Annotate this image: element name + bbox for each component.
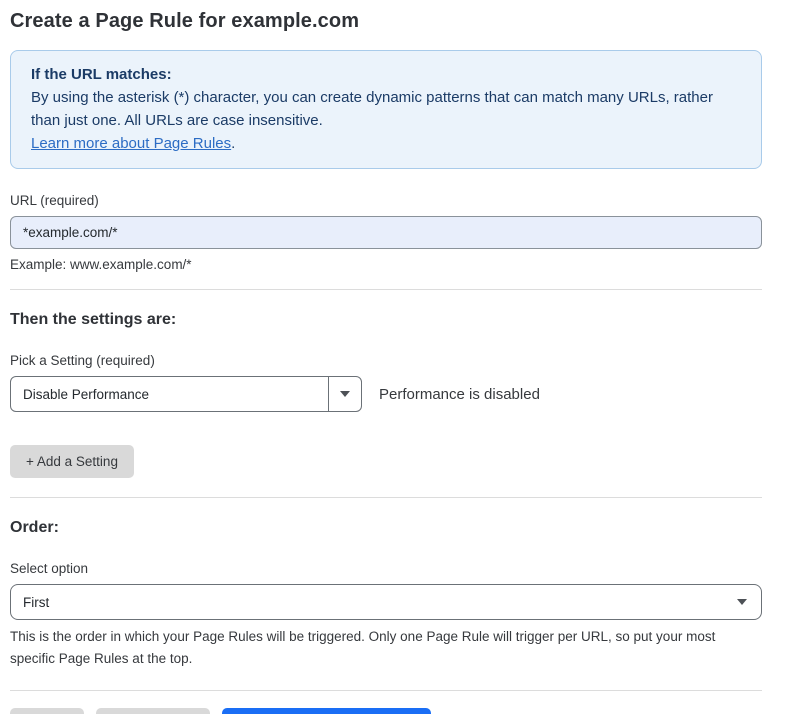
order-select-value: First xyxy=(23,595,49,610)
cancel-button[interactable]: Cancel xyxy=(10,708,84,714)
setting-select[interactable]: Disable Performance xyxy=(10,376,362,412)
url-field-label: URL (required) xyxy=(10,193,762,208)
url-input[interactable] xyxy=(10,216,762,249)
divider xyxy=(10,289,762,290)
pick-setting-label: Pick a Setting (required) xyxy=(10,353,762,368)
chevron-down-icon xyxy=(340,391,350,397)
setting-select-value: Disable Performance xyxy=(11,377,328,411)
page-title: Create a Page Rule for example.com xyxy=(10,0,762,33)
info-box-body: By using the asterisk (*) character, you… xyxy=(31,86,741,132)
order-section-heading: Order: xyxy=(10,519,762,537)
chevron-down-icon xyxy=(737,599,747,605)
info-box-link-line: Learn more about Page Rules. xyxy=(31,132,741,155)
link-suffix: . xyxy=(231,135,235,152)
info-box-heading: If the URL matches: xyxy=(31,63,741,86)
divider xyxy=(10,497,762,498)
footer-actions: Cancel Save as Draft Save and Deploy Pag… xyxy=(10,708,762,714)
setting-row: Disable Performance Performance is disab… xyxy=(10,376,762,412)
divider xyxy=(10,690,762,691)
save-as-draft-button[interactable]: Save as Draft xyxy=(96,708,210,714)
create-page-rule-form: Create a Page Rule for example.com If th… xyxy=(10,0,762,714)
url-example-text: Example: www.example.com/* xyxy=(10,257,762,272)
save-and-deploy-button[interactable]: Save and Deploy Page Rule xyxy=(222,708,432,714)
url-matches-info-box: If the URL matches: By using the asteris… xyxy=(10,50,762,169)
order-select-label: Select option xyxy=(10,561,762,576)
order-help-text: This is the order in which your Page Rul… xyxy=(10,626,750,670)
add-setting-button[interactable]: + Add a Setting xyxy=(10,445,134,478)
setting-select-arrow-button[interactable] xyxy=(328,377,361,411)
settings-section-heading: Then the settings are: xyxy=(10,311,762,329)
order-select[interactable]: First xyxy=(10,584,762,620)
learn-more-link[interactable]: Learn more about Page Rules xyxy=(31,135,231,152)
setting-status-text: Performance is disabled xyxy=(379,386,540,403)
